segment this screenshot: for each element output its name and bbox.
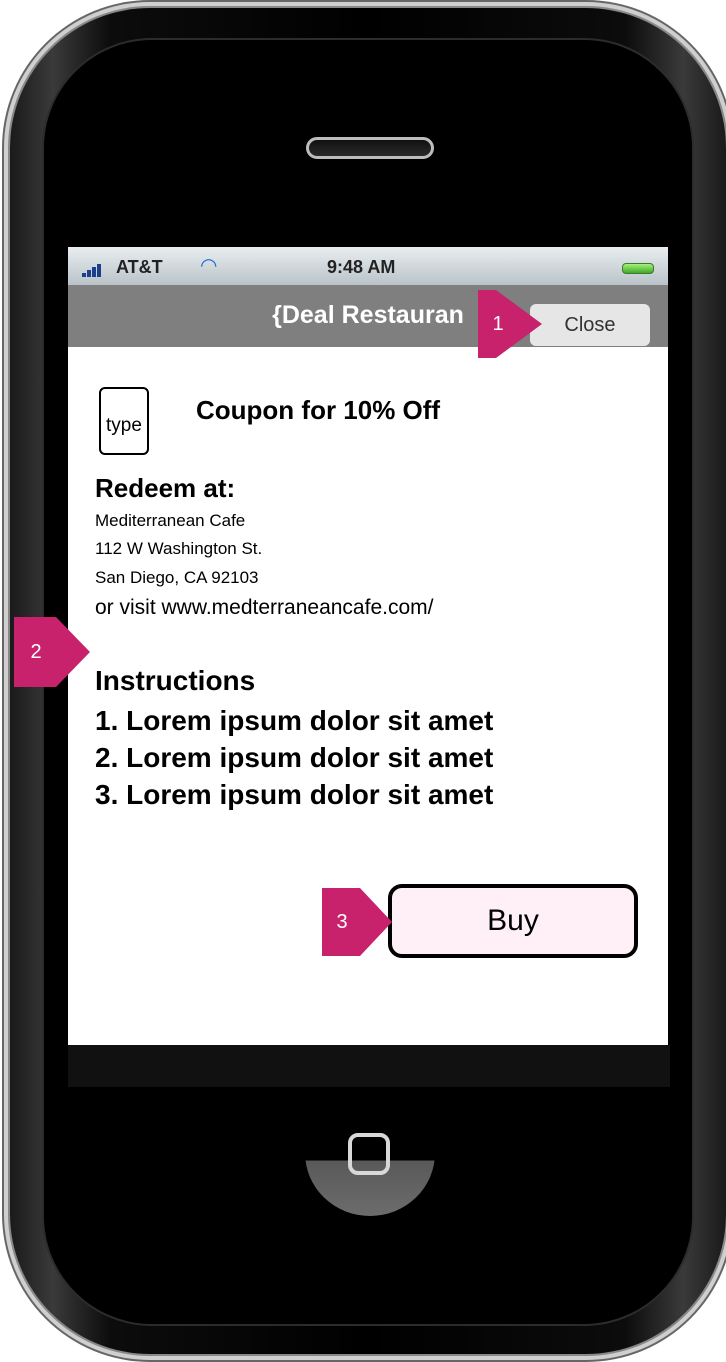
- annotation-number: 2: [14, 635, 58, 669]
- close-button[interactable]: Close: [530, 304, 650, 346]
- carrier-label: AT&T: [116, 257, 163, 277]
- deal-type-icon: type: [99, 387, 149, 455]
- instructions-heading: Instructions: [95, 665, 256, 696]
- redeem-venue: Mediterranean Cafe: [95, 511, 246, 530]
- redeem-heading: Redeem at:: [95, 473, 236, 503]
- coupon-title: Coupon for 10% Off: [196, 395, 441, 425]
- instruction-item: 3. Lorem ipsum dolor sit amet: [95, 779, 494, 810]
- signal-icon: [82, 261, 104, 277]
- redeem-street: 112 W Washington St.: [95, 539, 263, 558]
- screen-bottom-edge: [68, 1045, 670, 1087]
- annotation-marker-3: 3: [322, 888, 392, 956]
- redeem-city: San Diego, CA 92103: [95, 568, 259, 587]
- annotation-marker-2: 2: [14, 617, 90, 687]
- wifi-icon: ◠: [200, 255, 218, 277]
- status-bar: AT&T ◠ 9:48 AM: [68, 247, 668, 286]
- nav-bar: {Deal Restauran Close: [68, 285, 668, 347]
- annotation-marker-1: 1: [478, 290, 542, 358]
- speaker-grille: [306, 137, 434, 159]
- instruction-item: 2. Lorem ipsum dolor sit amet: [95, 742, 494, 773]
- home-square-icon: [348, 1133, 390, 1175]
- status-time: 9:48 AM: [327, 257, 396, 277]
- battery-icon: [622, 263, 654, 274]
- annotation-number: 3: [322, 906, 362, 938]
- redeem-website[interactable]: or visit www.medterraneancafe.com/: [95, 596, 433, 620]
- annotation-number: 1: [478, 308, 518, 340]
- buy-button[interactable]: Buy: [388, 884, 638, 958]
- instruction-item: 1. Lorem ipsum dolor sit amet: [95, 705, 494, 736]
